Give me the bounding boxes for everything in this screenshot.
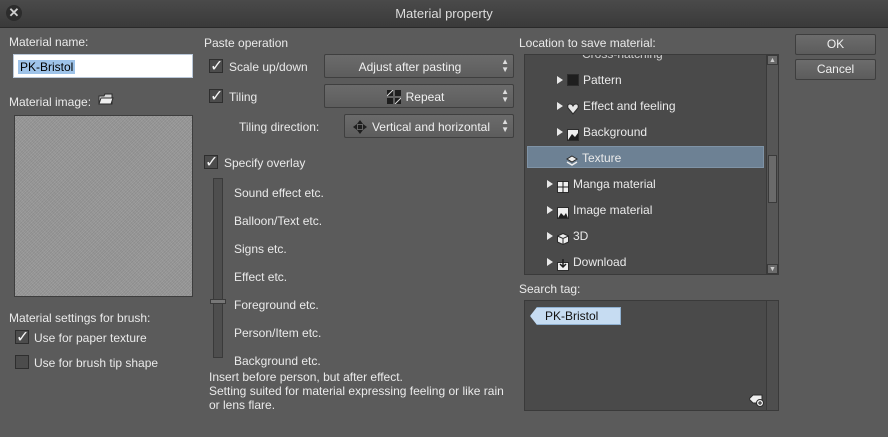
download-icon <box>557 256 569 271</box>
expand-arrow-icon[interactable] <box>547 232 553 240</box>
search-tag-label: Search tag: <box>519 282 581 296</box>
scale-checkbox[interactable] <box>209 56 223 76</box>
tree-item-label: Manga material <box>573 177 656 191</box>
material-image-label: Material image: <box>9 95 92 109</box>
tree-item-label: Background <box>583 125 648 139</box>
overlay-level-slider[interactable] <box>210 178 226 358</box>
overlay-level[interactable]: Background etc. <box>234 354 321 368</box>
brush-settings-label: Material settings for brush: <box>9 311 151 325</box>
location-label: Location to save material: <box>519 36 656 50</box>
scale-label: Scale up/down <box>229 60 308 74</box>
tiling-direction-select-value: Vertical and horizontal <box>371 120 491 134</box>
material-image-preview <box>14 115 193 297</box>
tiling-direction-select[interactable]: Vertical and horizontal ▲ ▼ <box>344 114 514 138</box>
expand-arrow-icon[interactable] <box>557 102 563 110</box>
overlay-level[interactable]: Balloon/Text etc. <box>234 214 322 228</box>
ok-button[interactable]: OK <box>795 34 876 55</box>
expand-arrow-icon[interactable] <box>557 128 563 136</box>
search-tag-box[interactable]: PK-Bristol <box>524 300 779 411</box>
specify-overlay-checkbox[interactable] <box>204 152 218 172</box>
title-bar: ✕ Material property <box>0 0 888 28</box>
expand-arrow-icon[interactable] <box>557 76 563 84</box>
scroll-down-arrow-icon[interactable]: ▼ <box>767 264 778 274</box>
scale-select[interactable]: Adjust after pasting ▲ ▼ <box>324 54 514 78</box>
expand-arrow-icon[interactable] <box>547 180 553 188</box>
up-down-arrow-icon: ▲ ▼ <box>501 87 509 104</box>
tree-item-label: Image material <box>573 203 653 217</box>
search-tag-chip[interactable]: PK-Bristol <box>530 307 621 325</box>
tree-item-pattern[interactable]: Pattern <box>557 69 767 91</box>
overlay-level[interactable]: Person/Item etc. <box>234 326 321 340</box>
scroll-up-arrow-icon[interactable]: ▲ <box>767 55 778 65</box>
expand-arrow-icon[interactable] <box>547 258 553 266</box>
tiling-select-value: Repeat <box>405 90 445 104</box>
layers-icon <box>566 152 578 166</box>
tiling-checkbox[interactable] <box>209 86 223 106</box>
up-down-arrow-icon: ▲ ▼ <box>501 57 509 74</box>
tree-item-3d[interactable]: 3D <box>547 225 767 247</box>
tree-item-label: Texture <box>582 151 622 165</box>
picture-icon <box>567 126 579 141</box>
overlay-description-line: Insert before person, but after effect. <box>209 370 403 384</box>
up-down-arrow-icon: ▲ ▼ <box>501 117 509 134</box>
expand-arrow-icon[interactable] <box>547 206 553 214</box>
overlay-level[interactable]: Signs etc. <box>234 242 287 256</box>
tree-item-label: Effect and feeling <box>583 99 676 113</box>
tree-item-partial[interactable]: Cross-hatching <box>582 55 663 65</box>
tiling-label: Tiling <box>229 90 258 104</box>
tree-item-effect[interactable]: Effect and feeling <box>557 95 767 117</box>
specify-overlay-label: Specify overlay <box>224 156 306 170</box>
overlay-slider-handle[interactable] <box>210 299 226 304</box>
add-tag-icon[interactable] <box>748 393 765 407</box>
paste-operation-label: Paste operation <box>204 36 289 50</box>
location-scrollbar[interactable]: ▲ ▼ <box>766 55 778 274</box>
material-name-value: PK-Bristol <box>18 60 76 74</box>
brush-tip-label: Use for brush tip shape <box>34 356 159 370</box>
material-name-input[interactable]: PK-Bristol <box>13 54 193 78</box>
four-way-arrow-icon <box>353 120 367 134</box>
open-folder-icon[interactable] <box>98 92 114 106</box>
heart-icon <box>567 100 579 115</box>
location-tree[interactable]: Cross-hatching Pattern Effect and feelin… <box>524 54 779 275</box>
overlay-level[interactable]: Sound effect etc. <box>234 186 324 200</box>
overlay-description-line: Setting suited for material expressing f… <box>209 384 504 398</box>
tree-item-texture[interactable]: Texture <box>527 146 764 168</box>
tree-item-label: Pattern <box>583 73 622 87</box>
overlay-level[interactable]: Foreground etc. <box>234 298 319 312</box>
window-title: Material property <box>395 6 493 21</box>
overlay-description-line: or lens flare. <box>209 398 276 412</box>
cube-icon <box>557 230 569 246</box>
manga-icon <box>557 178 569 193</box>
tiling-select[interactable]: Repeat ▲ ▼ <box>324 84 514 108</box>
tree-item-label: 3D <box>573 229 589 243</box>
tree-item-background[interactable]: Background <box>557 121 767 143</box>
tiling-direction-label: Tiling direction: <box>239 120 320 134</box>
paper-texture-checkbox[interactable] <box>15 327 29 347</box>
tree-item-image[interactable]: Image material <box>547 199 767 221</box>
tag-scrollbar[interactable] <box>766 301 778 410</box>
image-icon <box>557 204 569 219</box>
pattern-icon <box>567 74 579 86</box>
tree-item-manga[interactable]: Manga material <box>547 173 767 195</box>
paper-texture-label: Use for paper texture <box>34 331 147 345</box>
material-name-label: Material name: <box>9 35 89 49</box>
scroll-thumb[interactable] <box>768 155 777 203</box>
brush-tip-checkbox[interactable] <box>15 355 29 369</box>
cancel-button[interactable]: Cancel <box>795 59 876 80</box>
scale-select-value: Adjust after pasting <box>358 60 462 74</box>
overlay-level[interactable]: Effect etc. <box>234 270 287 284</box>
tree-item-download[interactable]: Download <box>547 251 767 273</box>
tree-item-label: Download <box>573 255 627 269</box>
